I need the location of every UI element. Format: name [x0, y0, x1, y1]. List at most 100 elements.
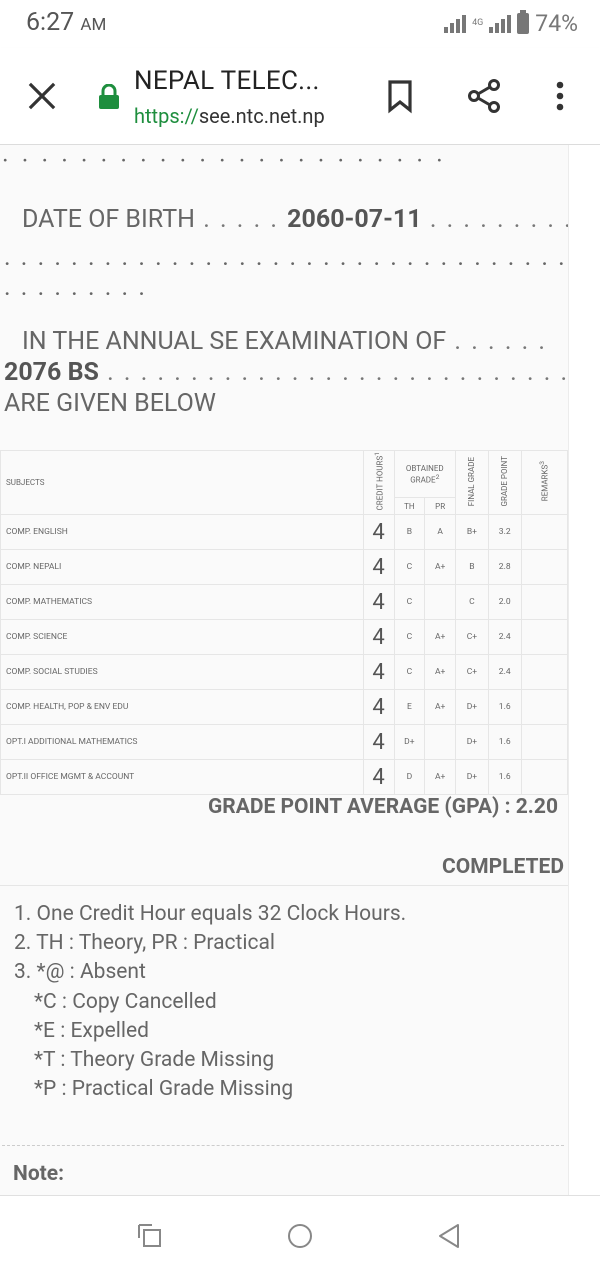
th-grade-cell: C — [393, 619, 426, 656]
network-type: 4G — [472, 18, 484, 28]
note-item: *P : Practical Grade Missing — [34, 1077, 294, 1101]
dob-value: 2060-07-11 — [287, 205, 422, 234]
grade-point-cell: 2.4 — [487, 654, 522, 691]
final-grade-cell: B+ — [455, 514, 489, 551]
note-item: *E : Expelled — [34, 1019, 149, 1043]
grade-point-cell: 1.6 — [487, 724, 522, 761]
credit-cell: 4 — [362, 514, 395, 551]
final-grade-cell: C+ — [455, 654, 489, 691]
table-row: COMP. SCIENCE 4 C A+ C+ 2.4 — [0, 619, 568, 656]
bookmark-icon[interactable] — [382, 78, 418, 114]
share-icon[interactable] — [466, 78, 502, 114]
url-bar[interactable]: https://see.ntc.net.np — [134, 104, 325, 128]
back-icon[interactable] — [436, 1222, 464, 1250]
note-item: 3. *@ : Absent — [14, 960, 146, 984]
remarks-cell — [520, 619, 568, 656]
status-icons: 4G 74% — [444, 10, 578, 37]
subject-cell: COMP. MATHEMATICS — [0, 584, 364, 621]
exam-year: 2076 BS — [4, 358, 99, 387]
pr-grade-cell — [424, 724, 457, 761]
battery-icon — [517, 10, 530, 34]
col-final-grade: FINAL GRADE — [455, 449, 489, 516]
note-label: Note: — [13, 1162, 65, 1186]
final-grade-cell: D+ — [455, 724, 489, 761]
home-icon[interactable] — [286, 1222, 314, 1250]
remarks-cell — [520, 689, 568, 726]
status-bar: 6:27 AM 4G 74% — [0, 0, 600, 48]
grade-point-cell: 2.0 — [487, 584, 522, 621]
navigation-bar — [0, 1195, 600, 1281]
credit-cell: 4 — [362, 759, 395, 796]
remarks-cell — [520, 549, 568, 586]
note-item: *T : Theory Grade Missing — [34, 1048, 275, 1072]
dotted-leader: . . . . . . . . . . . . . . . . . . . . … — [4, 243, 568, 272]
battery-level: 74% — [535, 10, 578, 37]
table-row: COMP. NEPALI 4 C A+ B 2.8 — [0, 549, 568, 586]
th-grade-cell: C — [393, 654, 426, 691]
credit-cell: 4 — [362, 584, 395, 621]
th-grade-cell: D — [393, 759, 426, 796]
final-grade-cell: D+ — [455, 689, 489, 726]
lock-icon — [99, 84, 119, 109]
grade-point-cell: 1.6 — [487, 689, 522, 726]
credit-cell: 4 — [362, 549, 395, 586]
table-row: COMP. MATHEMATICS 4 C C 2.0 — [0, 584, 568, 621]
col-subjects: SUBJECTS — [0, 449, 364, 516]
grade-point-cell: 2.8 — [487, 549, 522, 586]
remarks-cell — [520, 759, 568, 796]
pr-grade-cell: A+ — [424, 689, 457, 726]
gpa-summary: GRADE POINT AVERAGE (GPA) : 2.20 — [207, 795, 558, 819]
subject-cell: COMP. SCIENCE — [0, 619, 364, 656]
remarks-cell — [520, 724, 568, 761]
exam-year-line: 2076 BS . . . . . . . . . . . . . . . . … — [4, 358, 568, 387]
table-row: COMP. SOCIAL STUDIES 4 C A+ C+ 2.4 — [0, 654, 568, 691]
grade-point-cell: 3.2 — [487, 514, 522, 551]
remarks-cell — [520, 514, 568, 551]
final-grade-cell: D+ — [455, 759, 489, 796]
subject-cell: COMP. NEPALI — [0, 549, 364, 586]
note-item: 1. One Credit Hour equals 32 Clock Hours… — [14, 902, 407, 926]
pr-grade-cell: A+ — [424, 549, 457, 586]
col-pr: PR — [424, 497, 457, 516]
note-item: *C : Copy Cancelled — [34, 990, 217, 1014]
custom-tab-toolbar: NEPAL TELEC... https://see.ntc.net.np — [0, 48, 600, 145]
final-grade-cell: C+ — [455, 619, 489, 656]
page-title[interactable]: NEPAL TELEC... — [134, 66, 320, 96]
recent-apps-icon[interactable] — [136, 1222, 164, 1250]
credit-cell: 4 — [362, 724, 395, 761]
table-row: OPT.I ADDITIONAL MATHEMATICS 4 D+ D+ 1.6 — [0, 724, 568, 761]
final-grade-cell: B — [455, 549, 489, 586]
exam-line: IN THE ANNUAL SE EXAMINATION OF . . . . … — [22, 327, 547, 356]
dob-line: DATE OF BIRTH . . . . . 2060-07-11 . . .… — [22, 205, 568, 234]
credit-cell: 4 — [362, 654, 395, 691]
signal-icon — [444, 14, 467, 33]
th-grade-cell: C — [393, 584, 426, 621]
subject-cell: COMP. SOCIAL STUDIES — [0, 654, 364, 691]
pr-grade-cell: A — [424, 514, 457, 551]
col-th: TH — [393, 497, 426, 516]
grade-table: SUBJECTS CREDIT HOURS1 OBTAINED GRADE2 F… — [0, 449, 568, 796]
remarks-cell — [520, 584, 568, 621]
final-grade-cell: C — [455, 584, 489, 621]
given-below: ARE GIVEN BELOW — [4, 389, 216, 418]
th-grade-cell: D+ — [393, 724, 426, 761]
subject-cell: OPT.II OFFICE MGMT & ACCOUNT — [0, 759, 364, 796]
col-remarks: REMARKS3 — [520, 449, 568, 516]
pr-grade-cell: A+ — [424, 654, 457, 691]
grade-point-cell: 1.6 — [487, 759, 522, 796]
th-grade-cell: B — [393, 514, 426, 551]
th-grade-cell: E — [393, 689, 426, 726]
pr-grade-cell: A+ — [424, 619, 457, 656]
close-icon[interactable] — [28, 82, 56, 110]
divider — [2, 1145, 564, 1146]
more-options-icon[interactable] — [542, 78, 578, 114]
table-row: OPT.II OFFICE MGMT & ACCOUNT 4 D A+ D+ 1.6 — [0, 759, 568, 796]
web-content[interactable]: · · · · · · · · · · · · · · · · · · · · … — [0, 145, 568, 1195]
note-item: 2. TH : Theory, PR : Practical — [14, 931, 275, 955]
subject-cell: COMP. ENGLISH — [0, 514, 364, 551]
grade-point-cell: 2.4 — [487, 619, 522, 656]
dotted-leader: . . . . . . . . . — [4, 273, 147, 302]
page-margin — [568, 145, 600, 1195]
notes-list: 1. One Credit Hour equals 32 Clock Hours… — [0, 885, 568, 1146]
completion-status: COMPLETED — [442, 855, 564, 879]
